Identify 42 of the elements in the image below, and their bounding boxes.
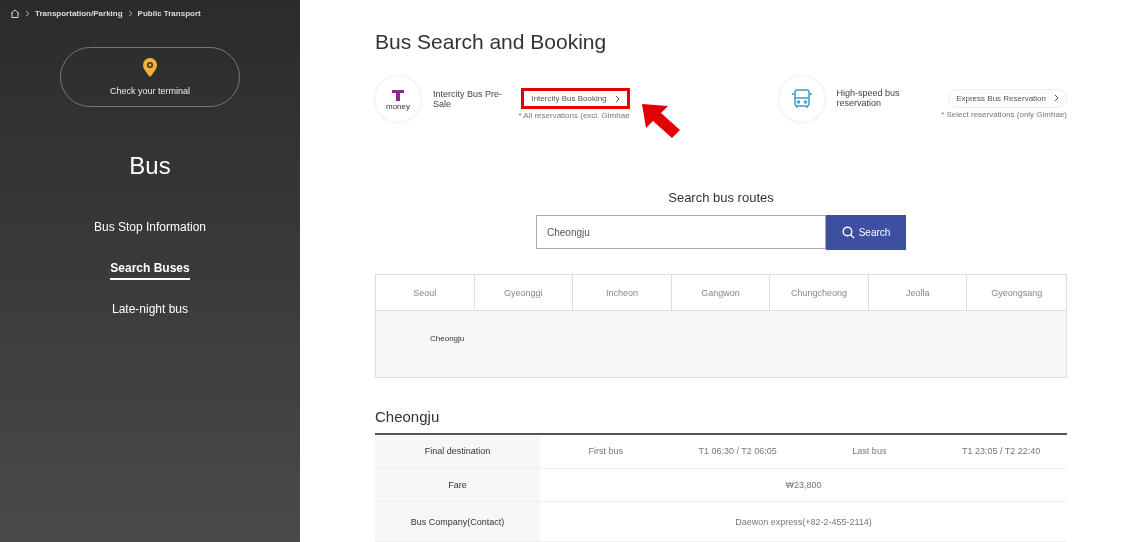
sidebar-nav-item[interactable]: Search Buses <box>110 261 190 280</box>
breadcrumb-link[interactable]: Public Transport <box>137 9 201 18</box>
search-field[interactable]: Cheongju <box>536 215 826 249</box>
table-cell-text: T1 06:30 / T2 06:05 <box>697 446 778 457</box>
booking-label: High-speed bus reservation <box>836 88 901 108</box>
sidebar-title: Bus <box>129 152 171 180</box>
chevron-icon <box>25 10 30 17</box>
table-cell-text: First bus <box>587 446 625 457</box>
route-link[interactable]: Cheongju <box>430 334 465 343</box>
sidebar-nav-item[interactable]: Bus Stop Information <box>93 220 207 239</box>
row-header: Bus Company(Contact) <box>375 502 540 541</box>
booking-note: * Select reservations (only Gimhae) <box>941 110 1067 119</box>
home-icon <box>10 9 20 18</box>
sidebar-nav-item[interactable]: Late-night bus <box>111 302 189 321</box>
row-header: Fare <box>375 468 540 502</box>
t-logo-icon <box>391 87 405 102</box>
table-cell-text: T1 23:05 / T2 22:40 <box>960 446 1042 457</box>
booking-link-button[interactable]: Express Bus Reservation <box>948 88 1067 108</box>
search-title: Search bus routes <box>668 190 774 205</box>
booking-label: Intercity Bus Pre-Sale <box>433 88 504 109</box>
page-title: Bus Search and Booking <box>375 30 608 54</box>
region-tab[interactable]: Gangwon <box>671 275 771 311</box>
row-header: Final destination <box>375 435 540 468</box>
booking-link-button[interactable]: Intercity Bus Booking <box>521 88 630 109</box>
booking-note: * All reservations (excl. Gimhae <box>518 111 630 120</box>
table-cell-text: Daewon express(+82-2-455-2114) <box>734 516 873 527</box>
search-button[interactable]: Search <box>826 215 906 250</box>
chevron-icon <box>1054 94 1059 102</box>
search-icon <box>841 226 855 239</box>
table-cell-text: Last bus <box>851 446 888 457</box>
chevron-icon <box>127 10 133 17</box>
table-cell-text: ₩23,800 <box>784 480 823 491</box>
bus-icon <box>790 88 813 110</box>
region-tab[interactable]: Seoul <box>376 275 475 311</box>
region-tab[interactable]: Incheon <box>573 275 672 311</box>
chevron-icon <box>614 94 620 103</box>
region-tab[interactable]: Gyeonggi <box>474 275 574 311</box>
region-tab[interactable]: Jeolla <box>868 275 968 311</box>
location-pin-icon <box>142 58 158 78</box>
region-tab[interactable]: Chungcheong <box>770 275 869 311</box>
logo-text: money <box>386 101 410 111</box>
breadcrumb-link[interactable]: Transportation/Parking <box>35 9 123 18</box>
